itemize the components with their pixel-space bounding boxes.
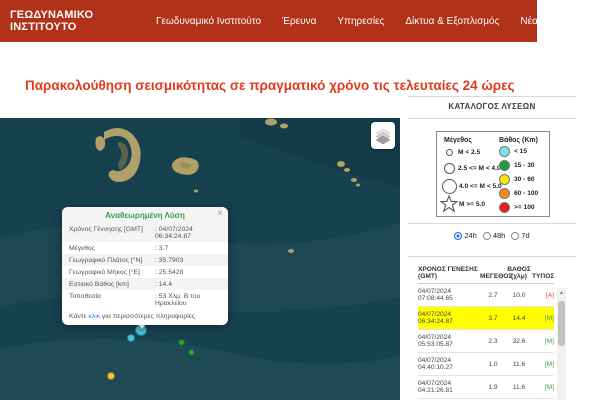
- close-icon[interactable]: ×: [217, 209, 223, 219]
- type-badge: [M]: [532, 384, 554, 391]
- divider: [408, 118, 576, 119]
- legend-depth-item: 30 - 60: [499, 174, 535, 185]
- map-island: [288, 249, 294, 253]
- map-island: [265, 119, 277, 126]
- scrollbar-up-icon[interactable]: ▲: [557, 288, 566, 298]
- brand-logo[interactable]: ΓΕΩΔΥΝΑΜΙΚΟ ΙΝΣΤΙΤΟΥΤΟ: [10, 9, 148, 33]
- earthquake-marker[interactable]: [178, 339, 185, 346]
- solutions-table: ΧΡΟΝΟΣ ΓΕΝΕΣΗΣ (GMT) ΜΕΓΕΘΟΣ ΒΑΘΟΣ (χλμ)…: [418, 258, 554, 399]
- table-row-highlighted[interactable]: 04/07/2024 06:34:24.87 3.7 14.4 [M]: [418, 307, 554, 330]
- depth-lt15-icon: [499, 146, 510, 157]
- nav-item-services[interactable]: Υπηρεσίες: [337, 16, 384, 27]
- map-island: [351, 178, 357, 182]
- magnitude-small-circle-icon: [446, 149, 453, 156]
- popup-row-origin-time: Χρόνος Γέννησης [GMT] 04/07/2024 06:34:2…: [62, 223, 228, 242]
- popup-row-longitude: Γεωγραφικό Μήκος [°E] 25.5428: [62, 266, 228, 278]
- magnitude-medium-circle-icon: [444, 163, 455, 174]
- legend-mag-item: 2.5 <= M < 4.0: [444, 163, 501, 174]
- depth-60-100-icon: [499, 188, 510, 199]
- map-island: [356, 184, 360, 187]
- nav-item-news[interactable]: Νέα: [520, 16, 537, 27]
- map-legend: Μέγεθος Βάθος (Km) M < 2.5 2.5 <= M < 4.…: [436, 131, 550, 217]
- magnitude-large-circle-icon: [442, 179, 457, 194]
- legend-mag-item: M < 2.5: [446, 149, 480, 156]
- earthquake-marker[interactable]: [107, 372, 115, 380]
- table-header: ΧΡΟΝΟΣ ΓΕΝΕΣΗΣ (GMT) ΜΕΓΕΘΟΣ ΒΑΘΟΣ (χλμ)…: [418, 258, 554, 284]
- filter-48h[interactable]: 48h: [483, 231, 506, 240]
- radio-icon[interactable]: [511, 232, 519, 240]
- legend-depth-item: >= 100: [499, 202, 535, 213]
- nav-item-networks[interactable]: Δίκτυα & Εξοπλισμός: [405, 16, 499, 27]
- col-header-mag: ΜΕΓΕΘΟΣ: [480, 273, 506, 280]
- table-row[interactable]: 04/07/2024 05:53:05.87 2.3 32.6 [M]: [418, 330, 554, 353]
- table-row[interactable]: 04/07/2024 04:21:26.81 1.9 11.6 [M]: [418, 376, 554, 399]
- type-badge: [M]: [532, 361, 554, 368]
- earthquake-marker[interactable]: [188, 349, 195, 356]
- col-header-time: ΧΡΟΝΟΣ ΓΕΝΕΣΗΣ (GMT): [418, 266, 480, 280]
- download-icon[interactable]: ↓: [563, 14, 570, 29]
- popup-title: Αναθεωρημένη Λύση: [62, 207, 228, 223]
- filter-7d[interactable]: 7d: [511, 231, 529, 240]
- map-island: [280, 124, 288, 129]
- legend-mag-item: 4.0 <= M < 5.0: [442, 179, 502, 194]
- type-badge: [A]: [532, 292, 554, 299]
- nav-item-institute[interactable]: Γεωδυναμικό Ινστιτούτο: [156, 16, 261, 27]
- nav-menu: Γεωδυναμικό Ινστιτούτο Έρευνα Υπηρεσίες …: [156, 14, 569, 29]
- depth-gt100-icon: [499, 202, 510, 213]
- depth-30-60-icon: [499, 174, 510, 185]
- map-island: [96, 136, 106, 151]
- popup-row-depth: Εστιακό Βάθος [km] 14.4: [62, 278, 228, 290]
- legend-depth-item: 15 - 30: [499, 160, 535, 171]
- table-row[interactable]: 04/07/2024 04:40:10.27 1.0 11.6 [M]: [418, 353, 554, 376]
- top-navbar: ΓΕΩΔΥΝΑΜΙΚΟ ΙΝΣΤΙΤΟΥΤΟ Γεωδυναμικό Ινστι…: [0, 0, 537, 42]
- table-scrollbar[interactable]: ▲: [557, 288, 566, 400]
- map-island: [344, 168, 350, 172]
- legend-magnitude-title: Μέγεθος: [444, 137, 472, 144]
- nav-item-research[interactable]: Έρευνα: [282, 16, 316, 27]
- table-row[interactable]: 04/07/2024 07:08:44.65 2.7 10.0 [A]: [418, 284, 554, 307]
- filter-24h[interactable]: 24h: [454, 231, 477, 240]
- earthquake-popup: × Αναθεωρημένη Λύση Χρόνος Γέννησης [GMT…: [62, 207, 228, 325]
- magnitude-star-icon: [440, 195, 458, 213]
- col-header-type: ΤΥΠΟΣ: [532, 273, 554, 280]
- time-filter-group: 24h 48h 7d: [408, 231, 576, 240]
- earthquake-marker[interactable]: [127, 334, 135, 342]
- catalog-title: ΚΑΤΑΛΟΓΟΣ ΛΥΣΕΩΝ: [408, 102, 576, 111]
- type-badge: [M]: [532, 315, 554, 322]
- legend-depth-item: < 15: [499, 146, 527, 157]
- map-island: [337, 161, 345, 167]
- map-island: [194, 190, 198, 193]
- scrollbar-thumb[interactable]: [558, 301, 565, 346]
- col-header-depth: ΒΑΘΟΣ (χλμ): [506, 266, 532, 280]
- radio-icon[interactable]: [483, 232, 491, 240]
- legend-depth-title: Βάθος (Km): [499, 137, 538, 144]
- map-layers-button[interactable]: [371, 122, 395, 149]
- depth-15-30-icon: [499, 160, 510, 171]
- layers-icon: [375, 128, 391, 144]
- more-info-link[interactable]: κλικ: [88, 313, 100, 320]
- legend-mag-item: M >= 5.0: [440, 195, 485, 213]
- popup-row-latitude: Γεωγραφικό Πλάτος [°N] 35.7903: [62, 254, 228, 266]
- divider: [408, 96, 576, 97]
- popup-row-location: Τοποθεσία 53 Χλμ. Β του Ηρακλείου: [62, 290, 228, 309]
- popup-row-magnitude: Μέγεθος 3.7: [62, 242, 228, 254]
- radio-selected-icon[interactable]: [454, 232, 462, 240]
- popup-footer: Κάντε κλικ για περισσότερες πληροφορίες: [62, 309, 228, 325]
- divider: [408, 256, 576, 257]
- divider: [408, 223, 576, 224]
- type-badge: [M]: [532, 338, 554, 345]
- page-title: Παρακολούθηση σεισμικότητας σε πραγματικ…: [25, 78, 545, 93]
- legend-depth-item: 60 - 100: [499, 188, 538, 199]
